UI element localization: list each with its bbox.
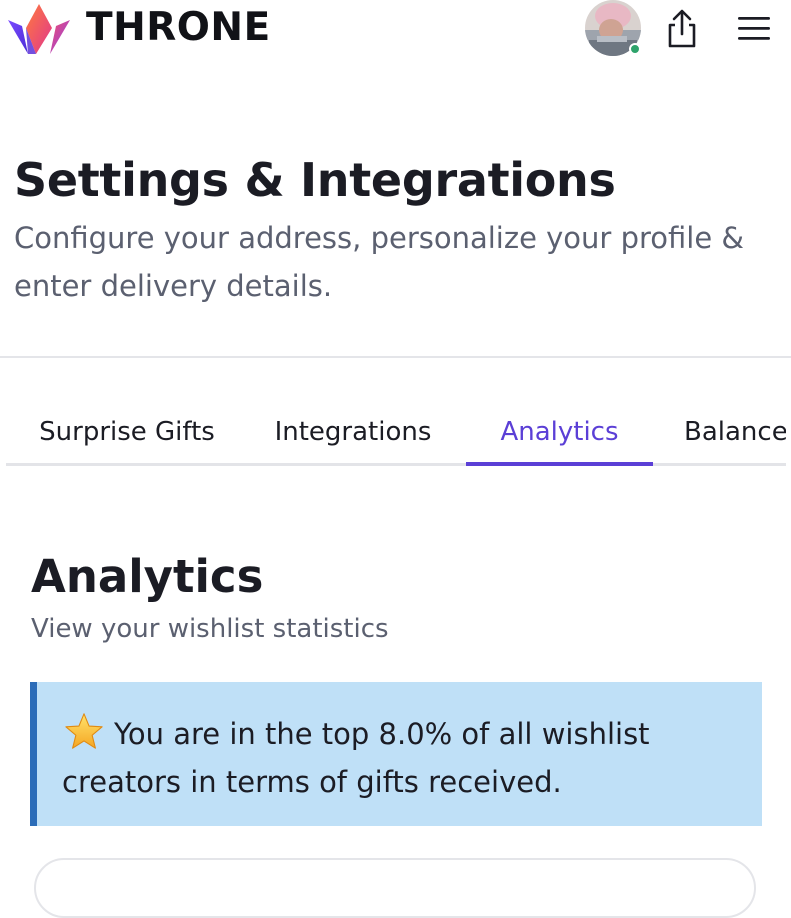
brand-wordmark[interactable]: THRONE — [86, 2, 271, 54]
analytics-subtitle: View your wishlist statistics — [31, 614, 389, 644]
top-header: THRONE — [0, 0, 791, 64]
tab-integrations[interactable]: Integrations — [271, 400, 435, 463]
callout-message: You are in the top 8.0% of all wishlist … — [62, 710, 742, 806]
profile-avatar-button[interactable] — [585, 0, 643, 58]
online-status-dot — [629, 43, 641, 55]
star-icon — [65, 713, 103, 749]
ranking-callout: You are in the top 8.0% of all wishlist … — [30, 682, 762, 826]
analytics-heading: Analytics — [31, 550, 264, 603]
tabs-baseline — [6, 463, 786, 466]
crown-logo-icon[interactable] — [6, 2, 72, 56]
page-subtitle: Configure your address, personalize your… — [14, 221, 744, 303]
tab-balance[interactable]: Balance — [684, 400, 786, 463]
page-title: Settings & Integrations — [14, 153, 616, 207]
tab-analytics[interactable]: Analytics — [466, 400, 653, 463]
tab-surprise-gifts[interactable]: Surprise Gifts — [26, 400, 228, 463]
section-divider — [0, 356, 791, 358]
settings-tabs: Surprise Gifts Integrations Analytics Ba… — [6, 400, 786, 466]
callout-text: You are in the top 8.0% of all wishlist … — [62, 717, 650, 799]
hamburger-menu-icon[interactable] — [734, 10, 774, 46]
active-tab-indicator — [466, 462, 653, 466]
stats-card — [34, 858, 756, 918]
share-icon[interactable] — [662, 8, 702, 50]
